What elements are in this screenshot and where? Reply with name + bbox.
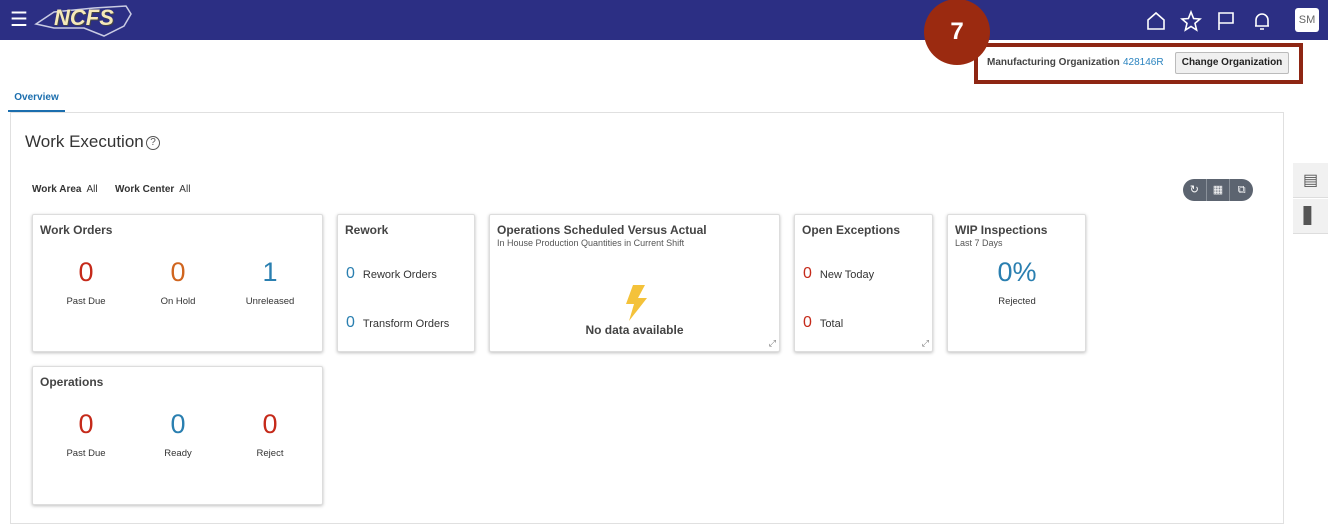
card-title: WIP Inspections xyxy=(955,223,1048,237)
layout-icon[interactable]: ▦ xyxy=(1207,179,1231,201)
rework-orders-row[interactable]: 0 Rework Orders xyxy=(346,265,437,283)
refresh-icon[interactable]: ↻ xyxy=(1183,179,1207,201)
org-label: Manufacturing Organization xyxy=(987,57,1120,68)
filter-work-area[interactable]: Work Area All xyxy=(32,184,98,195)
metric-label: Reject xyxy=(256,448,284,459)
step-callout: 7 xyxy=(924,0,990,65)
row-label: New Today xyxy=(819,269,875,281)
expand-icon[interactable]: ⤢ xyxy=(769,338,776,349)
global-header xyxy=(0,0,1328,40)
card-title: Operations Scheduled Versus Actual xyxy=(497,223,707,237)
change-organization-button[interactable]: Change Organization xyxy=(1175,52,1289,74)
operations-scheduled-card[interactable]: Operations Scheduled Versus Actual In Ho… xyxy=(489,214,780,352)
star-icon[interactable] xyxy=(1180,9,1202,32)
metric-past-due[interactable]: 0 Past Due xyxy=(46,257,126,307)
metric-value: 0 xyxy=(170,257,186,287)
work-orders-card[interactable]: Work Orders 0 Past Due 0 On Hold 1 Unreleas… xyxy=(32,214,323,352)
card-title: Rework xyxy=(345,223,389,237)
new-today-row[interactable]: 0 New Today xyxy=(803,265,874,283)
metric-value: 0% xyxy=(997,257,1037,287)
metric-reject[interactable]: 0 Reject xyxy=(230,409,310,459)
metric-label: Past Due xyxy=(66,448,106,459)
card-title: Operations xyxy=(40,375,104,389)
row-value: 0 xyxy=(803,265,812,282)
expand-icon[interactable]: ⤢ xyxy=(922,338,929,349)
help-icon[interactable]: ? xyxy=(146,136,160,150)
metric-ready[interactable]: 0 Ready xyxy=(138,409,218,459)
metric-value: 0 xyxy=(78,409,94,439)
metric-label: Unreleased xyxy=(245,296,295,307)
bar-chart-icon[interactable]: ▋ xyxy=(1293,199,1328,234)
filter-label: Work Center xyxy=(115,184,175,195)
row-value: 0 xyxy=(346,265,355,282)
lightning-icon xyxy=(626,285,647,321)
toolbar: ↻ ▦ ⧉ xyxy=(1183,179,1253,201)
operations-card[interactable]: Operations 0 Past Due 0 Ready 0 Reject xyxy=(32,366,323,505)
filter-label: Work Area xyxy=(32,184,82,195)
org-value: 428146R xyxy=(1123,57,1164,68)
rework-card[interactable]: Rework 0 Rework Orders 0 Transform Orders xyxy=(337,214,475,352)
card-title: Open Exceptions xyxy=(802,223,901,237)
ncfs-logo[interactable]: NCFS xyxy=(34,2,134,38)
metric-rejected[interactable]: 0% Rejected xyxy=(977,257,1057,307)
wip-inspections-card[interactable]: WIP Inspections Last 7 Days 0% Rejected xyxy=(947,214,1086,352)
bell-icon[interactable] xyxy=(1251,10,1273,32)
metric-value: 0 xyxy=(78,257,94,287)
open-exceptions-card[interactable]: Open Exceptions 0 New Today 0 Total ⤢ xyxy=(794,214,933,352)
no-data-text: No data available xyxy=(585,323,684,337)
document-icon[interactable]: ▤ xyxy=(1293,163,1328,198)
flag-icon[interactable] xyxy=(1215,10,1237,32)
filter-value: All xyxy=(86,184,98,195)
filter-value: All xyxy=(179,184,191,195)
metric-unreleased[interactable]: 1 Unreleased xyxy=(230,257,310,307)
total-row[interactable]: 0 Total xyxy=(803,314,843,332)
avatar[interactable]: SM xyxy=(1295,8,1319,32)
metric-label: Past Due xyxy=(66,296,106,307)
metric-label: Ready xyxy=(164,448,192,459)
metric-value: 1 xyxy=(262,257,278,287)
row-value: 0 xyxy=(803,314,812,331)
page-title: Work Execution xyxy=(25,132,144,151)
card-subtitle: Last 7 Days xyxy=(955,238,1003,248)
metric-on-hold[interactable]: 0 On Hold xyxy=(138,257,218,307)
card-title: Work Orders xyxy=(40,223,113,237)
transform-orders-row[interactable]: 0 Transform Orders xyxy=(346,314,449,332)
home-icon[interactable] xyxy=(1145,10,1167,32)
metric-label: Rejected xyxy=(998,296,1036,307)
metric-value: 0 xyxy=(262,409,278,439)
card-subtitle: In House Production Quantities in Curren… xyxy=(497,238,685,248)
metric-past-due[interactable]: 0 Past Due xyxy=(46,409,126,459)
metric-value: 0 xyxy=(170,409,186,439)
row-label: Rework Orders xyxy=(362,269,437,281)
tab-overview[interactable]: Overview xyxy=(8,92,65,112)
row-value: 0 xyxy=(346,314,355,331)
filter-work-center[interactable]: Work Center All xyxy=(115,184,190,195)
metric-label: On Hold xyxy=(160,296,196,307)
row-label: Transform Orders xyxy=(362,318,450,330)
menu-icon[interactable]: ☰ xyxy=(10,10,28,30)
row-label: Total xyxy=(819,318,844,330)
copy-icon[interactable]: ⧉ xyxy=(1230,179,1253,201)
